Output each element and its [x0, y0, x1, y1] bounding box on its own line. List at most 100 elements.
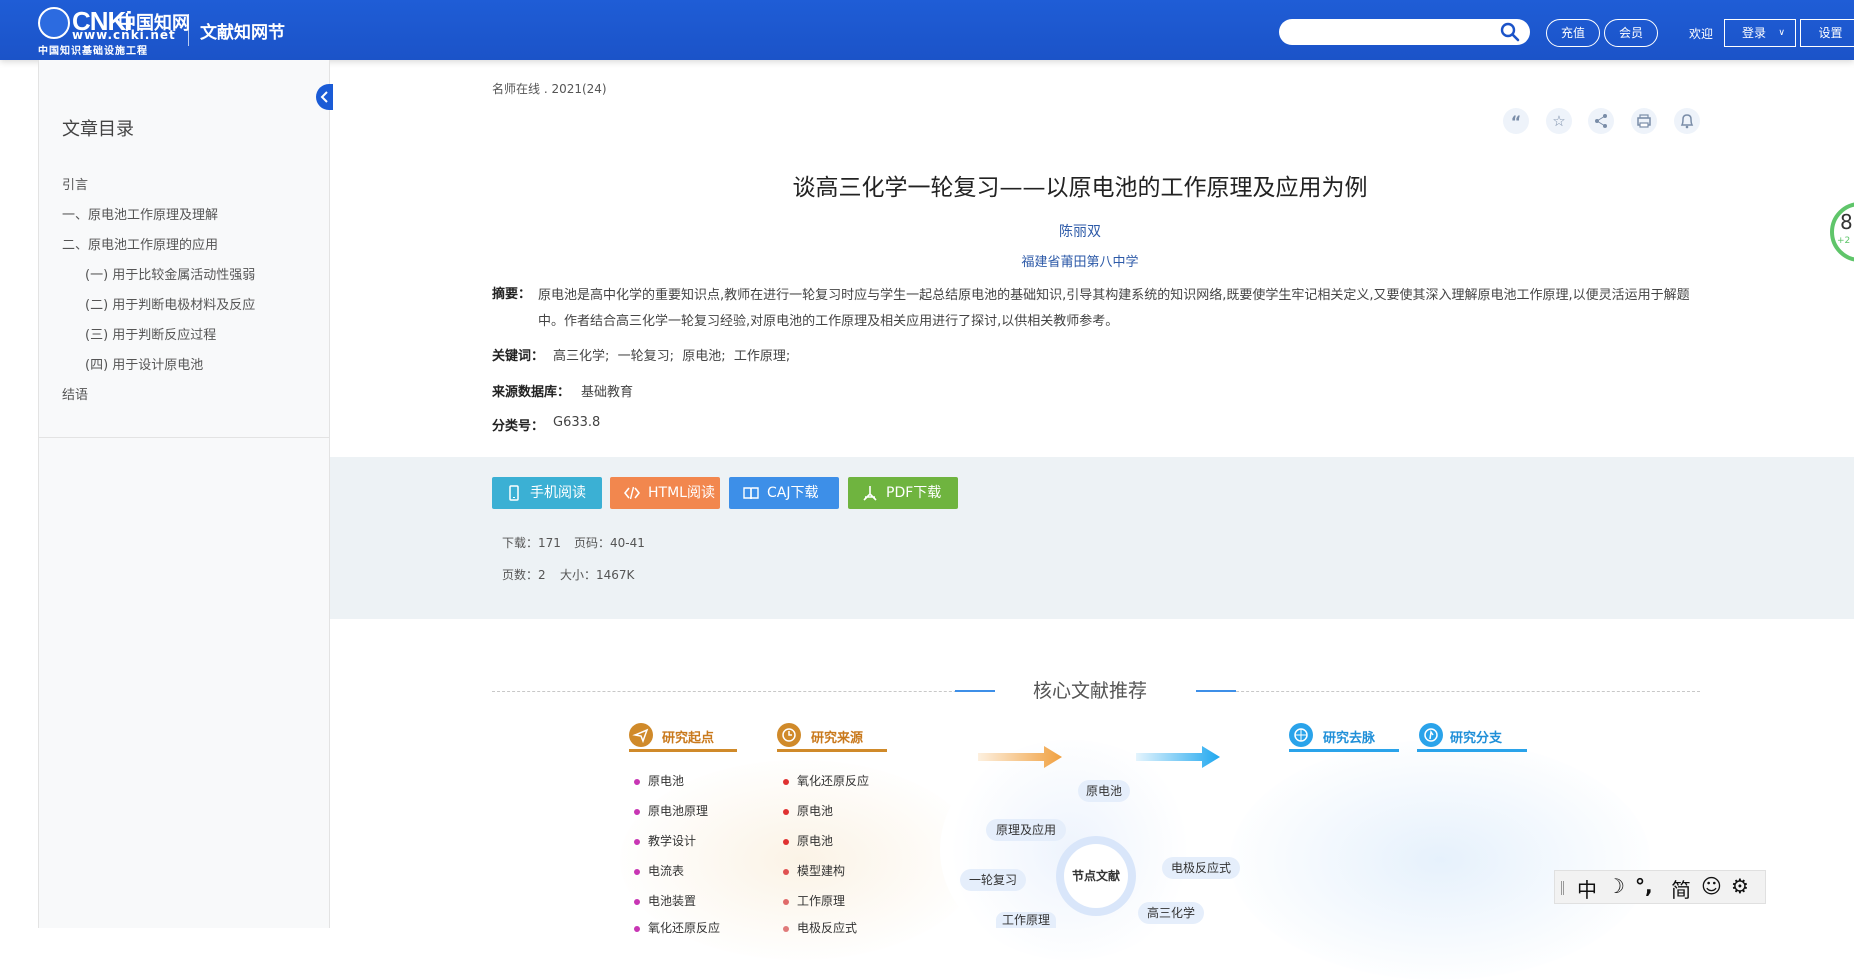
toc-item[interactable]: (一) 用于比较金属活动性强弱 [85, 264, 255, 283]
list-item[interactable]: 原电池 [783, 832, 833, 849]
mobile-read-button[interactable]: 手机阅读 [492, 477, 602, 509]
bullet-dot [783, 868, 789, 875]
list-item-label: 原电池 [648, 774, 685, 788]
list-item-label: 原电池 [797, 804, 834, 818]
tab-research-going[interactable]: 研究去脉 [1323, 727, 1375, 746]
pdf-download-button[interactable]: PDF下载 [848, 477, 958, 509]
bullet-dot [783, 778, 789, 785]
cnki-logo-icon[interactable] [38, 7, 70, 39]
abstract-text: 原电池是高中化学的重要知识点,教师在进行一轮复习时应与学生一起总结原电池的基础知… [538, 288, 1690, 329]
score-value: 8 [1840, 210, 1853, 234]
article-title: 谈高三化学一轮复习——以原电池的工作原理及应用为例 [792, 175, 1368, 201]
toc-item[interactable]: 结语 [62, 384, 88, 403]
keywords-label: 关键词： [492, 349, 545, 364]
toc-divider [38, 437, 330, 438]
keywords-value[interactable]: 高三化学; 一轮复习; 原电池; 工作原理; [553, 345, 790, 364]
gear-icon[interactable]: ⚙ [1731, 874, 1749, 898]
bell-icon[interactable] [1674, 108, 1700, 134]
blue-arrow-icon [1136, 746, 1220, 768]
list-item[interactable]: 工作原理 [783, 892, 845, 909]
keyword-bubble[interactable]: 原理及应用 [986, 819, 1066, 841]
drag-handle[interactable] [1561, 881, 1564, 895]
moon-icon[interactable]: ☽ [1607, 874, 1625, 898]
site-name[interactable]: 文献知网节 [200, 18, 285, 43]
login-button[interactable]: 登录 ∨ [1724, 19, 1796, 47]
search-icon[interactable] [1498, 20, 1522, 44]
score-ring[interactable]: 8 +2 [1830, 202, 1854, 262]
organization-link[interactable]: 福建省莆田第八中学 [330, 251, 1830, 270]
tab-underline [1289, 749, 1399, 752]
ime-simplified[interactable]: 简 [1671, 874, 1691, 903]
favorite-star-icon[interactable]: ☆ [1546, 108, 1572, 134]
tab-research-start[interactable]: 研究起点 [662, 727, 714, 746]
print-icon[interactable] [1631, 108, 1657, 134]
list-item[interactable]: 原电池原理 [634, 802, 708, 819]
score-delta: +2 [1837, 236, 1851, 246]
list-item[interactable]: 原电池 [783, 802, 833, 819]
tab-underline [629, 749, 737, 752]
bullet-dot [783, 925, 789, 932]
caj-download-button[interactable]: CAJ下载 [729, 477, 839, 509]
keyword-bubble[interactable]: 电极反应式 [1162, 857, 1240, 879]
phone-icon [509, 485, 519, 501]
toc-item[interactable]: 引言 [62, 174, 88, 193]
keyword-bubble[interactable]: 一轮复习 [960, 869, 1026, 891]
bullet-dot [634, 838, 640, 845]
ime-chinese-mode[interactable]: 中 [1577, 874, 1597, 903]
keyword-bubble[interactable]: 工作原理 [996, 912, 1056, 928]
going-target-icon [1289, 723, 1313, 747]
start-point-icon [629, 723, 653, 747]
list-item[interactable]: 教学设计 [634, 832, 696, 849]
file-size: 大小：1467K [560, 568, 635, 582]
tab-underline [777, 749, 887, 752]
divider-accent [955, 690, 995, 692]
list-item-label: 原电池 [797, 834, 834, 848]
cite-icon[interactable]: “ [1503, 108, 1529, 134]
keyword-bubble[interactable]: 高三化学 [1138, 902, 1204, 924]
database-value: 基础教育 [581, 385, 634, 400]
member-button[interactable]: 会员 [1604, 19, 1658, 47]
recharge-button[interactable]: 充值 [1546, 19, 1600, 47]
list-item-label: 模型建构 [797, 864, 846, 878]
settings-button[interactable]: 设置 [1800, 19, 1854, 47]
classification-value: G633.8 [553, 415, 601, 430]
toc-item[interactable]: 二、原电池工作原理的应用 [62, 234, 218, 253]
ime-toolbar: 中 ☽ °, 简 ☺ ⚙ [1554, 870, 1766, 904]
list-item-label: 原电池原理 [648, 804, 709, 818]
keyword-bubble[interactable]: 原电池 [1078, 780, 1130, 802]
list-item[interactable]: 模型建构 [783, 862, 845, 879]
pdf-icon [863, 486, 877, 501]
page-range: 页码：40-41 [574, 536, 645, 550]
login-label: 登录 [1741, 26, 1766, 40]
emoji-icon[interactable]: ☺ [1701, 874, 1722, 898]
collapse-sidebar-button[interactable] [316, 84, 333, 110]
share-icon[interactable] [1588, 108, 1614, 134]
search-input[interactable] [1279, 19, 1530, 45]
top-header: CNKi 中国知网 www.cnki.net 中国知识基础设施工程 文献知网节 … [0, 0, 1854, 60]
list-item[interactable]: 电流表 [634, 862, 684, 879]
node-document[interactable]: 节点文献 [1064, 844, 1128, 908]
database-label: 来源数据库： [492, 385, 571, 400]
tab-research-source[interactable]: 研究来源 [811, 727, 863, 746]
html-read-label: HTML阅读 [648, 485, 715, 501]
logo-subtitle: 中国知识基础设施工程 [38, 46, 148, 57]
code-icon [624, 486, 640, 500]
welcome-text: 欢迎 [1689, 27, 1714, 41]
list-item-label: 教学设计 [648, 834, 697, 848]
toc-item[interactable]: (二) 用于判断电极材料及反应 [85, 294, 255, 313]
list-item[interactable]: 原电池 [634, 772, 684, 789]
list-item[interactable]: 氧化还原反应 [783, 772, 869, 789]
tab-underline [1417, 749, 1527, 752]
tab-research-branch[interactable]: 研究分支 [1450, 727, 1502, 746]
branch-icon [1419, 723, 1443, 747]
bullet-dot [783, 898, 789, 905]
author-link[interactable]: 陈丽双 [330, 221, 1830, 241]
ime-punctuation[interactable]: °, [1635, 874, 1653, 898]
html-read-button[interactable]: HTML阅读 [610, 477, 720, 509]
toc-item[interactable]: 一、原电池工作原理及理解 [62, 204, 218, 223]
toc-item[interactable]: (三) 用于判断反应过程 [85, 324, 216, 343]
toc-item[interactable]: (四) 用于设计原电池 [85, 354, 203, 373]
list-item[interactable]: 电池装置 [634, 892, 696, 909]
list-item-label: 氧化还原反应 [797, 774, 870, 788]
journal-source[interactable]: 名师在线 . 2021(24) [492, 80, 607, 97]
